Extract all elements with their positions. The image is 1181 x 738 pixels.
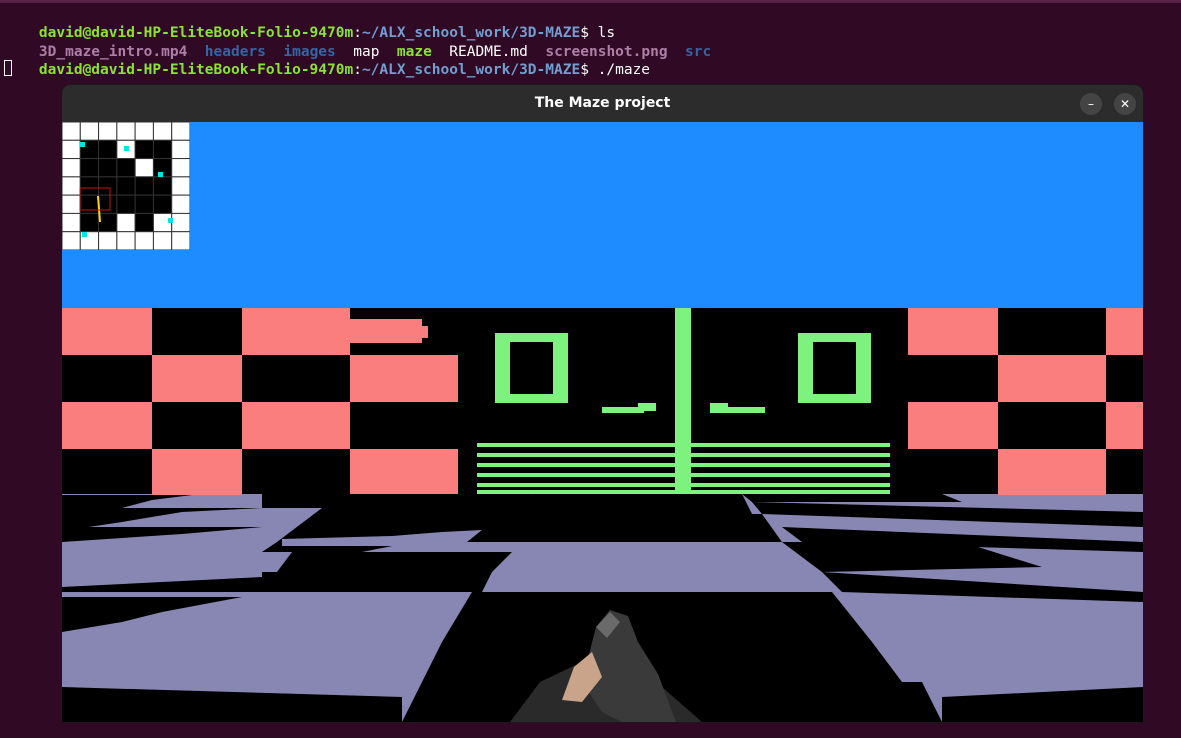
minimize-button[interactable]: –: [1080, 93, 1102, 115]
minimap-cell: [152, 122, 173, 141]
terminal-top-border: [0, 0, 1181, 3]
minimap-cell: [134, 194, 154, 214]
minimap-cell: [152, 176, 173, 196]
minimap-cell: [116, 231, 136, 250]
sky: [62, 122, 1143, 308]
minimap-cell: [79, 122, 100, 141]
minimap-cell: [171, 194, 190, 214]
close-button[interactable]: ✕: [1114, 93, 1136, 115]
minimap-cell: [171, 176, 190, 196]
minimap-cell: [98, 158, 118, 178]
game-viewport[interactable]: [62, 122, 1143, 722]
minimap-grid: [62, 122, 190, 250]
minimap-cell: [171, 158, 190, 178]
maze-game-window[interactable]: The Maze project – ✕: [62, 85, 1143, 722]
minimap-cell: [134, 139, 154, 160]
minimap-cell: [62, 139, 81, 160]
minimap-cell: [134, 212, 154, 233]
window-titlebar[interactable]: The Maze project – ✕: [62, 85, 1143, 122]
minimap-cell: [79, 212, 100, 233]
minimap-cell: [62, 158, 81, 178]
minimap-cell: [134, 231, 154, 250]
minimap-cell: [62, 212, 81, 233]
raycast-scene: [62, 122, 1143, 722]
ls-entry: src: [685, 44, 712, 60]
minimap-marker: [80, 142, 85, 147]
minimap-cell: [116, 122, 136, 141]
minimap-cell: [79, 176, 100, 196]
minimap-marker: [158, 172, 163, 177]
window-title: The Maze project: [534, 95, 671, 111]
minimap-cell: [79, 194, 100, 214]
minimap-cell: [171, 122, 190, 141]
minimap-cell: [98, 139, 118, 160]
minimap-cell: [62, 231, 81, 250]
minimap-cell: [98, 122, 118, 141]
minimap-cell: [116, 212, 136, 233]
minimap-cell: [152, 139, 173, 160]
minimap-cell: [116, 176, 136, 196]
minimap-cell: [134, 158, 154, 178]
minimap-cell: [62, 194, 81, 214]
minimap-cell: [62, 122, 81, 141]
minimap: [62, 122, 190, 250]
minimap-cell: [79, 158, 100, 178]
minimap-marker: [168, 218, 173, 223]
minimap-cell: [152, 194, 173, 214]
prompt-path: ~/ALX_school_work/3D-MAZE: [361, 62, 581, 78]
minimap-cell: [171, 231, 190, 250]
prompt-colon: :: [353, 62, 362, 78]
prompt-user: david@david-HP-EliteBook-Folio-9470m: [38, 62, 354, 78]
minimap-cell: [134, 122, 154, 141]
minimap-cell: [171, 139, 190, 160]
minimap-marker: [82, 232, 87, 237]
prompt-command: $ ./maze: [580, 62, 651, 78]
green-face-wall: [477, 308, 890, 495]
minimap-cell: [134, 176, 154, 196]
minimap-cell: [98, 231, 118, 250]
minimap-cell: [116, 158, 136, 178]
minimap-cell: [98, 194, 118, 214]
minimap-cell: [98, 176, 118, 196]
minimap-cell: [171, 212, 190, 233]
terminal-cursor: [4, 60, 12, 76]
minimap-cell: [116, 194, 136, 214]
minimap-cell: [152, 231, 173, 250]
minimap-marker: [124, 146, 129, 151]
minimap-cell: [98, 212, 118, 233]
minimap-cell: [62, 176, 81, 196]
